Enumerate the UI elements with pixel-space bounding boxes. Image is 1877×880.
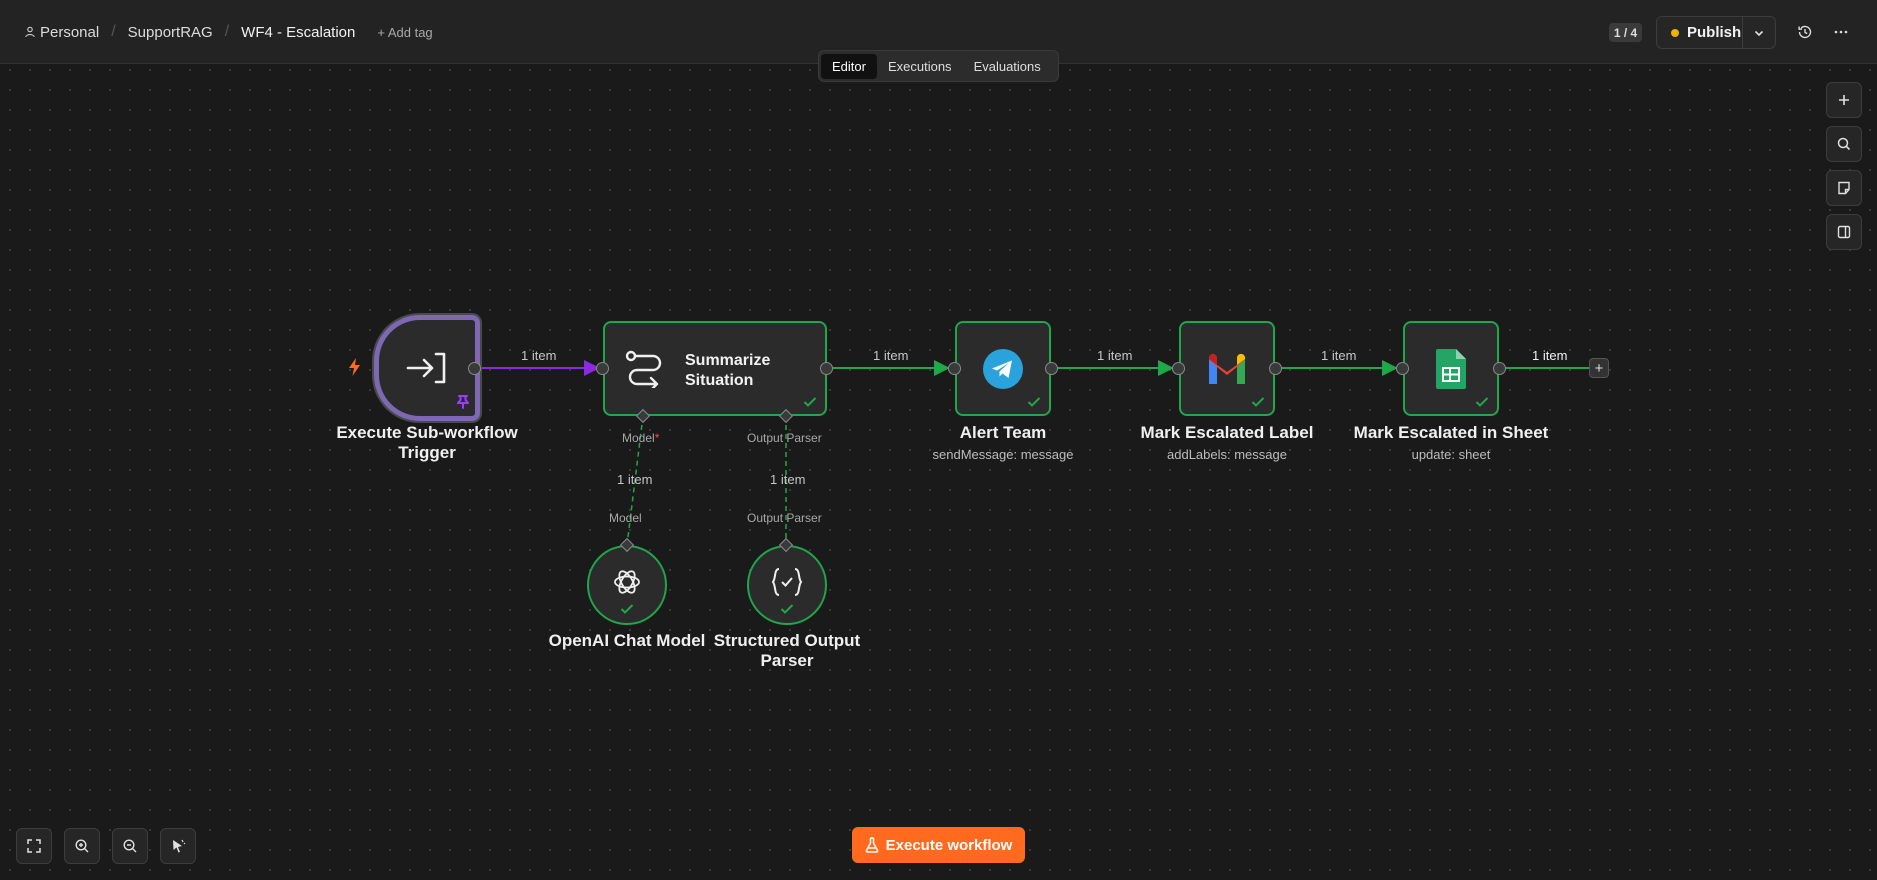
output-handle[interactable]: [1269, 362, 1282, 375]
node-openai-chat-model[interactable]: [587, 545, 667, 625]
node-mark-escalated-label[interactable]: [1179, 321, 1275, 416]
output-handle[interactable]: [820, 362, 833, 375]
edge-label-alert-gmail: 1 item: [1097, 348, 1133, 363]
zoom-out-button[interactable]: [112, 828, 148, 864]
node-sub-sheets: update: sheet: [1411, 447, 1491, 462]
success-check-icon: [803, 397, 817, 407]
edge-label-sheets-output: 1 item: [1532, 348, 1568, 363]
success-check-icon: [620, 604, 634, 614]
output-handle[interactable]: [468, 362, 481, 375]
execute-workflow-label: Execute workflow: [885, 836, 1013, 854]
output-handle[interactable]: [1493, 362, 1506, 375]
fit-view-button[interactable]: [16, 828, 52, 864]
port-label-parser-bottom: Output Parser: [747, 511, 822, 525]
telegram-icon: [983, 348, 1023, 389]
input-handle[interactable]: [596, 362, 609, 375]
node-label-alert-team: Alert Team: [959, 423, 1047, 442]
pin-icon: [457, 395, 469, 409]
port-label-model-bottom: Model: [609, 511, 642, 525]
node-label-parser: Structured Output Parser: [713, 631, 861, 670]
node-structured-output-parser[interactable]: [747, 545, 827, 625]
edge-label-model-link: 1 item: [617, 472, 653, 487]
node-label-gmail: Mark Escalated Label: [1140, 423, 1314, 442]
zoom-out-icon: [123, 839, 137, 853]
success-check-icon: [1027, 397, 1041, 407]
node-execute-subworkflow-trigger[interactable]: [374, 315, 480, 421]
google-sheets-icon: [1436, 348, 1466, 389]
tidy-up-button[interactable]: [160, 828, 196, 864]
tidy-up-icon: [173, 839, 186, 853]
gmail-icon: [1208, 353, 1246, 384]
edge-label-trigger-summarize: 1 item: [521, 348, 557, 363]
edge-label-gmail-sheets: 1 item: [1321, 348, 1357, 363]
node-label-sheets: Mark Escalated in Sheet: [1353, 423, 1549, 442]
add-next-node-button[interactable]: +: [1589, 358, 1609, 378]
route-icon: [625, 350, 662, 388]
port-label-model: Model*: [622, 431, 659, 445]
edge-label-summarize-alert: 1 item: [873, 348, 909, 363]
openai-icon: [614, 570, 640, 594]
zoom-in-icon: [75, 839, 89, 853]
execute-workflow-button[interactable]: Execute workflow: [852, 827, 1025, 863]
enter-arrow-icon: [406, 352, 446, 384]
success-check-icon: [1251, 397, 1265, 407]
input-handle[interactable]: [948, 362, 961, 375]
node-label-summarize: Summarize Situation: [685, 352, 771, 389]
node-label-trigger: Execute Sub-workflow Trigger: [336, 423, 518, 462]
port-label-model-text: Model: [622, 431, 655, 445]
node-sub-alert-team: sendMessage: message: [932, 447, 1074, 462]
node-alert-team[interactable]: [955, 321, 1051, 416]
node-summarize-situation[interactable]: Summarize Situation: [603, 321, 827, 416]
success-check-icon: [780, 604, 794, 614]
input-handle[interactable]: [1172, 362, 1185, 375]
fit-view-icon: [27, 839, 41, 853]
zoom-in-button[interactable]: [64, 828, 100, 864]
braces-check-icon: [771, 568, 803, 596]
edge-label-parser-link: 1 item: [770, 472, 806, 487]
node-mark-escalated-in-sheet[interactable]: [1403, 321, 1499, 416]
node-sub-gmail: addLabels: message: [1167, 447, 1287, 462]
flask-icon: [865, 837, 879, 853]
success-check-icon: [1475, 397, 1489, 407]
required-marker: *: [654, 431, 660, 445]
port-label-output-parser: Output Parser: [747, 431, 822, 445]
output-handle[interactable]: [1045, 362, 1058, 375]
input-handle[interactable]: [1396, 362, 1409, 375]
trigger-bolt-icon: [349, 358, 360, 376]
